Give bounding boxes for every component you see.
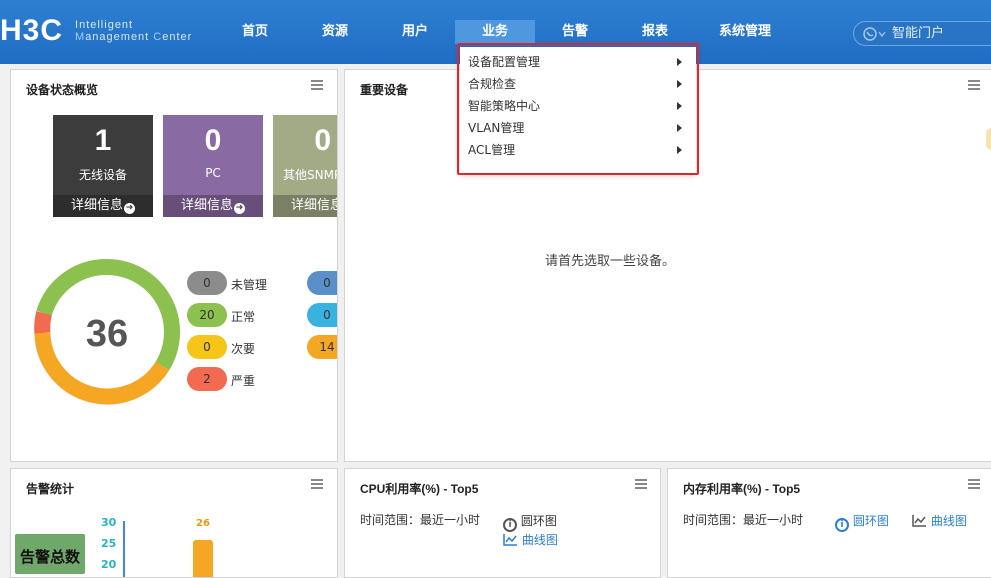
menu-item-policy-center[interactable]: 智能策略中心 <box>468 95 682 117</box>
device-status-donut: 36 <box>34 258 180 405</box>
line-chart-link[interactable]: 曲线图 <box>912 512 967 529</box>
y-tick: 20 <box>101 558 117 571</box>
details-link[interactable]: 详细信息 ➜ <box>53 195 153 217</box>
menu-item-vlan[interactable]: VLAN管理 <box>468 117 682 139</box>
submenu-arrow-icon <box>677 146 682 154</box>
tile-other-snmp: 0 其他SNMP 详细信息 <box>273 115 338 217</box>
legend-unmanaged-count[interactable]: 0 <box>187 271 227 295</box>
details-link[interactable]: 详细信息 <box>273 195 337 217</box>
legend-count[interactable]: 0 <box>307 303 337 327</box>
submenu-arrow-icon <box>677 58 682 66</box>
nav-resources[interactable]: 资源 <box>295 20 375 44</box>
menu-item-compliance[interactable]: 合规检查 <box>468 73 682 95</box>
panel-title: CPU利用率(%) - Top5 <box>360 482 479 496</box>
legend-minor-label: 次要 <box>231 342 256 356</box>
side-handle[interactable] <box>986 128 991 150</box>
chart-bar[interactable] <box>193 540 213 577</box>
line-chart-icon <box>912 515 926 527</box>
service-dropdown-menu: 设备配置管理 合规检查 智能策略中心 VLAN管理 ACL管理 <box>460 47 696 173</box>
time-range: 时间范围：最近一小时 <box>360 513 481 527</box>
menu-icon[interactable] <box>311 479 323 489</box>
legend-normal-label: 正常 <box>231 310 256 324</box>
device-overview-panel: 设备状态概览 1 无线设备 详细信息 ➜ 0 PC 详细信息 ➜ 0 其他SNMP … <box>10 69 338 462</box>
line-chart-link[interactable]: 曲线图 <box>503 531 558 548</box>
legend-count[interactable]: 0 <box>307 271 337 295</box>
logo-h3c: H3C <box>0 14 64 47</box>
nav-reports[interactable]: 报表 <box>615 20 695 44</box>
menu-item-device-config[interactable]: 设备配置管理 <box>468 51 682 73</box>
alarm-total-label: 告警总数 <box>15 534 85 574</box>
panel-title: 内存利用率(%) - Top5 <box>683 482 801 496</box>
submenu-arrow-icon <box>677 124 682 132</box>
ring-chart-link[interactable]: i 圆环图 <box>503 512 557 532</box>
logo-line1: Intelligent <box>75 19 134 31</box>
legend-minor-count[interactable]: 0 <box>187 335 227 359</box>
info-icon: i <box>835 518 849 532</box>
portal-search[interactable]: 智能门户 <box>853 21 991 46</box>
nav-system[interactable]: 系统管理 <box>695 20 795 44</box>
submenu-arrow-icon <box>677 80 682 88</box>
tile-label: 无线设备 <box>78 168 127 182</box>
empty-message: 请首先选取一些设备。 <box>545 254 676 269</box>
y-axis <box>123 521 125 577</box>
nav-home[interactable]: 首页 <box>215 20 295 44</box>
tile-count: 0 <box>204 124 222 157</box>
nav-service[interactable]: 业务 <box>455 20 535 44</box>
menu-icon[interactable] <box>635 479 647 489</box>
tile-count: 1 <box>94 124 112 157</box>
logo-line2: Management Center <box>75 31 193 43</box>
legend-normal-count[interactable]: 20 <box>187 303 227 327</box>
submenu-arrow-icon <box>677 102 682 110</box>
main-nav: 首页 资源 用户 业务 告警 报表 系统管理 <box>215 20 795 44</box>
arrow-right-icon: ➜ <box>124 203 135 214</box>
panel-title: 告警统计 <box>26 482 75 496</box>
y-tick: 30 <box>101 516 117 529</box>
tile-label: PC <box>205 166 221 180</box>
nav-alarm[interactable]: 告警 <box>535 20 615 44</box>
arrow-right-icon: ➜ <box>234 203 245 214</box>
time-range: 时间范围：最近一小时 <box>683 513 804 527</box>
legend-critical-count[interactable]: 2 <box>187 367 227 391</box>
legend-critical-label: 严重 <box>231 374 256 388</box>
logo[interactable]: H3C Intelligent Management Center <box>0 14 192 48</box>
line-chart-icon <box>503 534 517 546</box>
memory-panel: 内存利用率(%) - Top5 时间范围：最近一小时 i 圆环图 曲线图 <box>667 468 991 578</box>
donut-total: 36 <box>86 313 128 355</box>
phone-icon <box>863 27 886 41</box>
y-tick: 25 <box>101 537 117 550</box>
legend-unmanaged-label: 未管理 <box>231 278 268 292</box>
cpu-panel: CPU利用率(%) - Top5 时间范围：最近一小时 i 圆环图 曲线图 <box>344 468 661 578</box>
menu-item-acl[interactable]: ACL管理 <box>468 139 682 161</box>
tile-wireless: 1 无线设备 详细信息 ➜ <box>53 115 153 217</box>
ring-chart-link[interactable]: i 圆环图 <box>835 512 889 532</box>
tile-count: 0 <box>314 124 331 157</box>
alarm-stats-panel: 告警统计 告警总数 30 25 20 26 <box>10 468 338 578</box>
legend-count[interactable]: 14 <box>307 335 337 359</box>
info-icon: i <box>503 518 517 532</box>
tile-label: 其他SNMP <box>283 168 338 182</box>
panel-title: 重要设备 <box>360 83 409 97</box>
menu-icon[interactable] <box>311 80 323 90</box>
search-placeholder: 智能门户 <box>892 26 945 41</box>
details-link[interactable]: 详细信息 ➜ <box>163 195 263 217</box>
bar-value-label: 26 <box>196 518 210 529</box>
logo-subtitle: Intelligent Management Center <box>75 19 192 43</box>
panel-title: 设备状态概览 <box>26 83 99 97</box>
menu-icon[interactable] <box>968 80 980 90</box>
menu-icon[interactable] <box>968 479 980 489</box>
nav-users[interactable]: 用户 <box>375 20 455 44</box>
tile-pc: 0 PC 详细信息 ➜ <box>163 115 263 217</box>
